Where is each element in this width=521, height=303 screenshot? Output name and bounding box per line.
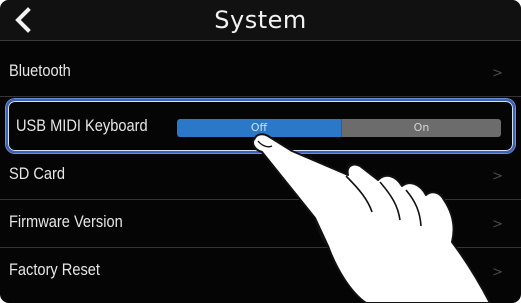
chevron-right-icon: >	[492, 66, 503, 81]
menu-item-firmware-version[interactable]: Firmware Version >	[0, 200, 521, 248]
toggle-option-off[interactable]: Off	[177, 119, 341, 137]
header-bar: System	[0, 0, 521, 41]
menu-item-label: USB MIDI Keyboard	[16, 116, 148, 135]
menu-item-bluetooth[interactable]: Bluetooth >	[0, 49, 521, 97]
page-title: System	[214, 6, 307, 34]
menu-item-label: SD Card	[9, 164, 66, 183]
chevron-right-icon: >	[492, 169, 503, 184]
menu-item-label: Firmware Version	[9, 212, 123, 231]
menu-item-label: Bluetooth	[9, 61, 71, 80]
menu-item-label: Factory Reset	[9, 260, 100, 279]
menu-item-factory-reset[interactable]: Factory Reset >	[0, 248, 521, 296]
chevron-right-icon: >	[492, 265, 503, 280]
menu-item-sd-card[interactable]: SD Card >	[0, 152, 521, 200]
system-screen: System Bluetooth > SD Card > Firmware Ve…	[0, 0, 521, 303]
usb-midi-keyboard-toggle[interactable]: Off On	[177, 119, 501, 137]
toggle-option-on[interactable]: On	[341, 119, 501, 137]
chevron-right-icon: >	[492, 217, 503, 232]
